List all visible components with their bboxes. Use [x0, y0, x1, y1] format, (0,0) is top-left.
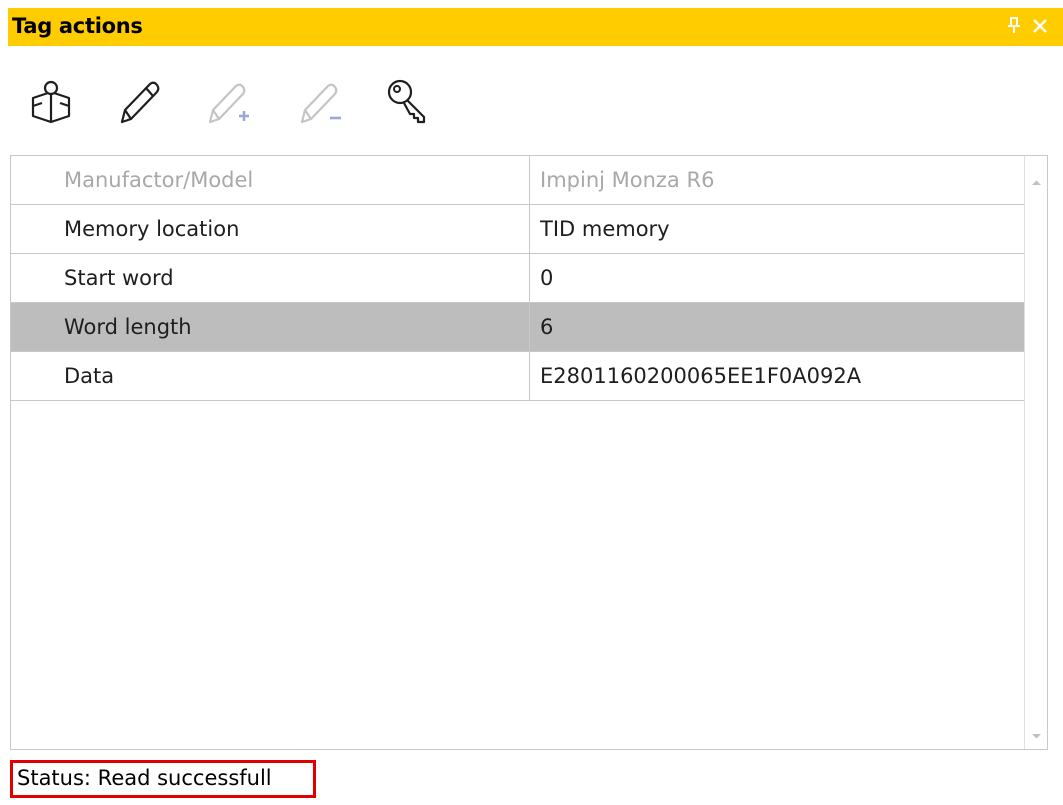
property-value: Impinj Monza R6 [529, 156, 1024, 204]
scroll-down-arrow-icon[interactable] [1031, 725, 1042, 739]
status-highlight: Status: Read successfull [10, 760, 316, 798]
pin-icon[interactable] [1003, 14, 1025, 38]
property-name: Data [64, 364, 115, 388]
property-name: Start word [64, 266, 174, 290]
property-value[interactable]: 0 [529, 254, 1024, 302]
key-icon[interactable] [380, 72, 438, 130]
inventory-icon[interactable] [22, 72, 80, 130]
property-value[interactable]: E2801160200065EE1F0A092A [529, 352, 1024, 400]
property-name: Memory location [64, 217, 240, 241]
property-name: Word length [64, 315, 192, 339]
table-row[interactable]: Start word 0 [11, 254, 1024, 303]
table-row[interactable]: Data E2801160200065EE1F0A092A [11, 352, 1024, 401]
property-value[interactable]: TID memory [529, 205, 1024, 253]
pencil-icon[interactable] [108, 72, 166, 130]
pencil-add-icon[interactable] [198, 72, 256, 130]
pencil-remove-icon[interactable] [290, 72, 348, 130]
close-icon[interactable] [1029, 14, 1051, 38]
vertical-scrollbar[interactable] [1024, 156, 1047, 749]
title-bar: Tag actions [8, 8, 1063, 46]
property-grid: Manufactor/Model Impinj Monza R6 Memory … [10, 155, 1048, 750]
status-text: Status: Read successfull [17, 766, 272, 790]
table-row[interactable]: Memory location TID memory [11, 205, 1024, 254]
table-row[interactable]: Word length 6 [11, 303, 1024, 352]
scroll-up-arrow-icon[interactable] [1031, 172, 1042, 185]
panel-title: Tag actions [12, 14, 143, 38]
property-name: Manufactor/Model [64, 168, 254, 192]
table-row[interactable]: Manufactor/Model Impinj Monza R6 [11, 156, 1024, 205]
toolbar [8, 62, 1048, 132]
property-value[interactable]: 6 [529, 303, 1024, 351]
